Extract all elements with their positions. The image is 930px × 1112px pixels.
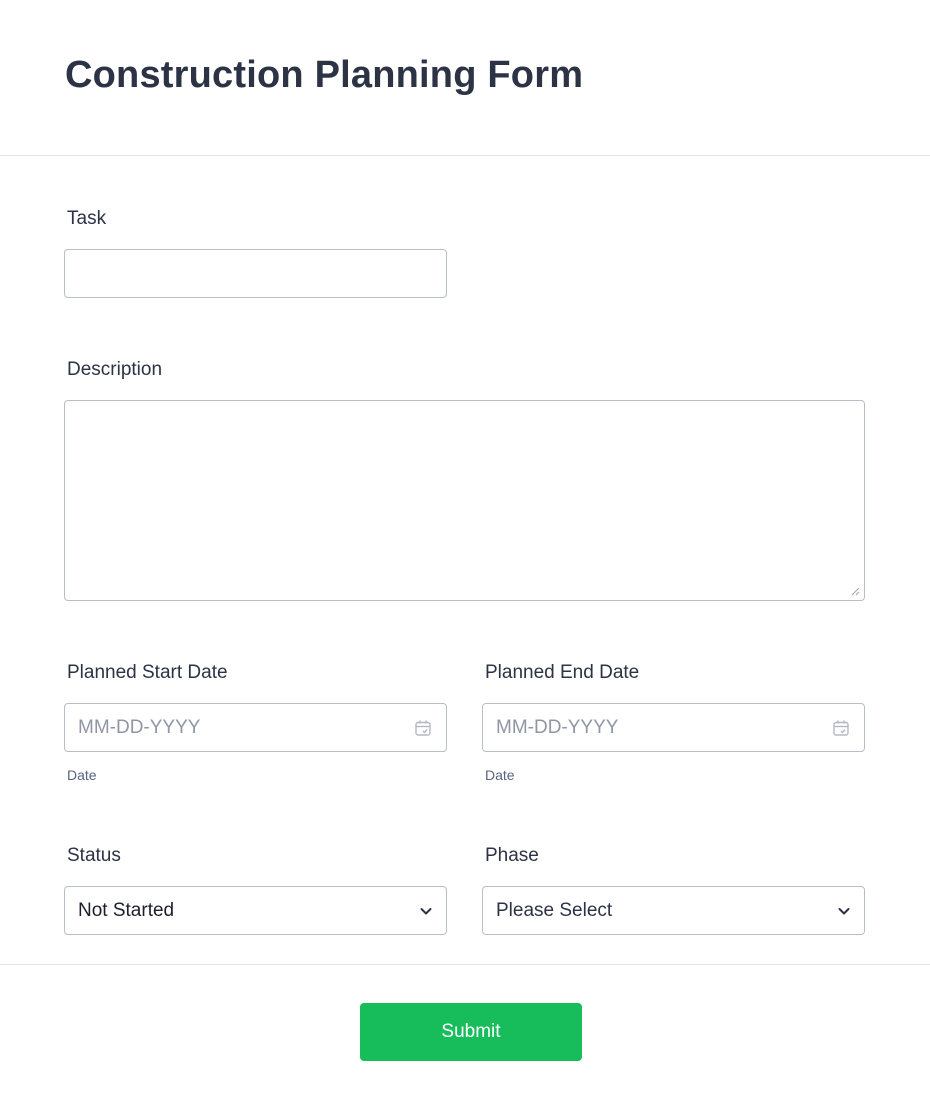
start-date-label: Planned Start Date [67,662,228,683]
chevron-down-icon[interactable] [837,904,851,918]
end-date-input[interactable]: MM-DD-YYYY [482,703,865,752]
end-date-sublabel: Date [485,767,515,783]
phase-label: Phase [485,845,539,866]
status-selected-value: Not Started [78,899,175,921]
calendar-icon[interactable] [832,719,850,737]
calendar-icon[interactable] [414,719,432,737]
form-header: Construction Planning Form [0,0,930,156]
description-textarea[interactable] [64,400,865,601]
end-date-label: Planned End Date [485,662,640,683]
start-date-placeholder: MM-DD-YYYY [78,716,201,738]
phase-selected-value: Please Select [496,899,613,921]
footer-divider [0,964,930,965]
page-title: Construction Planning Form [65,54,584,96]
end-date-placeholder: MM-DD-YYYY [496,716,619,738]
task-input[interactable] [64,249,447,298]
phase-select[interactable]: Please Select [482,886,865,935]
task-label: Task [67,208,107,229]
description-label: Description [67,359,163,380]
resize-grip-icon[interactable] [850,586,860,596]
status-label: Status [67,845,121,866]
submit-button[interactable]: Submit [360,1003,582,1061]
chevron-down-icon[interactable] [419,904,433,918]
start-date-input[interactable]: MM-DD-YYYY [64,703,447,752]
status-select[interactable]: Not Started [64,886,447,935]
start-date-sublabel: Date [67,767,97,783]
